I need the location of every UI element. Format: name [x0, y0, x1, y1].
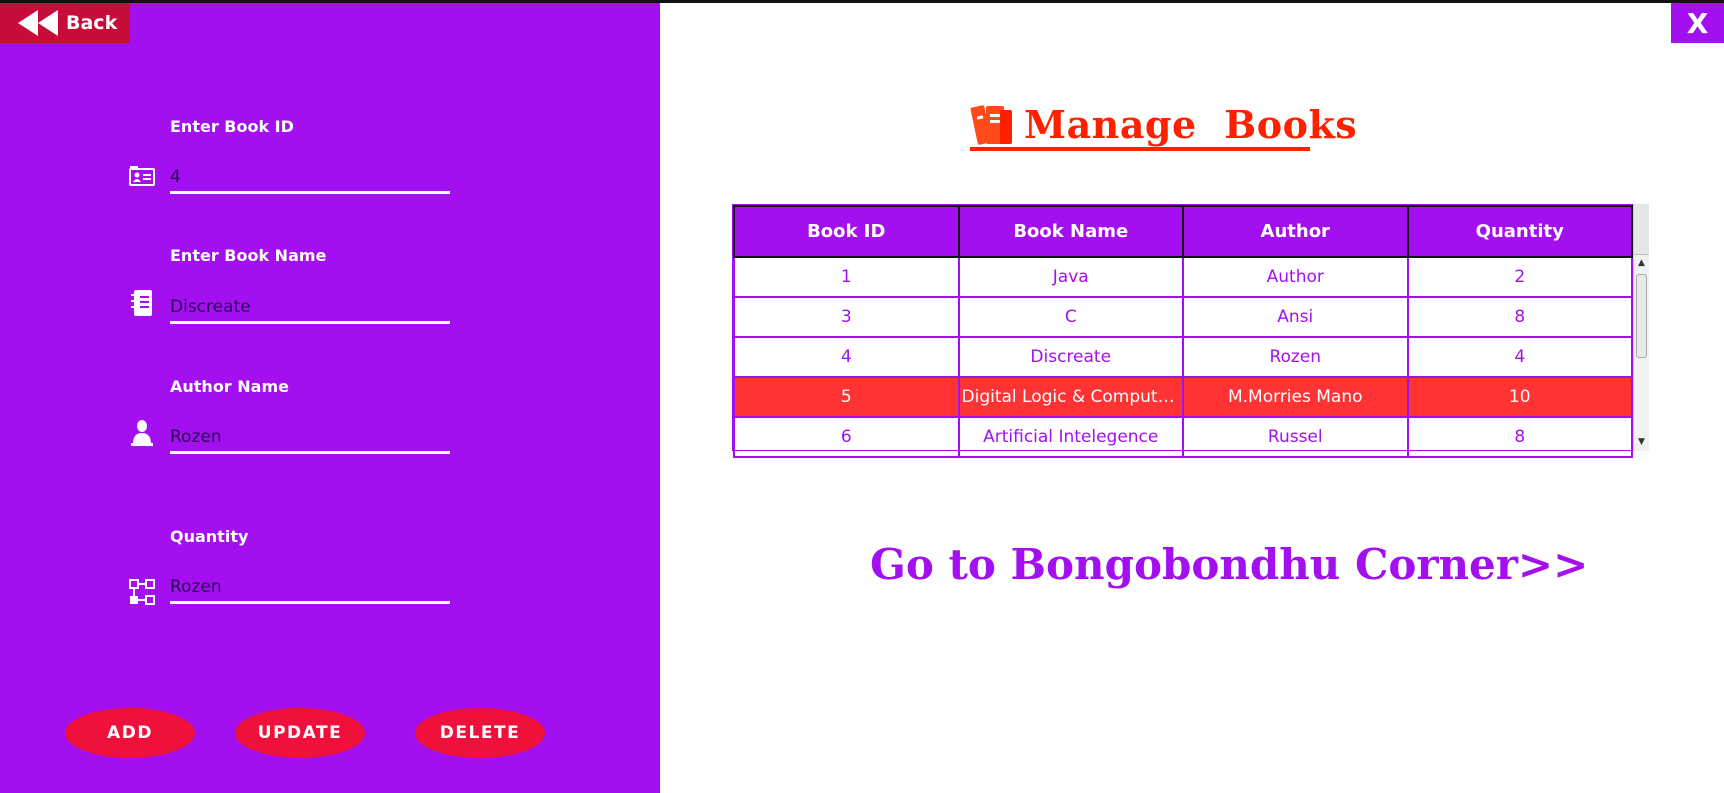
page-title-text: Manage Books — [1024, 101, 1371, 147]
table-cell: 8 — [1406, 416, 1633, 458]
column-header[interactable]: Book ID — [733, 205, 960, 258]
author-name-label: Author Name — [170, 377, 289, 396]
hierarchy-icon — [128, 578, 156, 606]
books-icon — [970, 105, 1012, 145]
table-cell: Artificial Intelegence — [957, 416, 1184, 458]
table-cell: 3 — [733, 296, 960, 338]
quantity-input[interactable] — [170, 572, 450, 604]
scrollbar-corner — [1634, 204, 1649, 255]
table-cell: 4 — [733, 336, 960, 378]
column-header[interactable]: Quantity — [1406, 205, 1633, 258]
page-title: Manage Books — [970, 100, 1371, 148]
table-header-row: Book ID Book Name Author Quantity — [733, 205, 1633, 258]
scrollbar-thumb[interactable] — [1636, 274, 1647, 358]
table-row-selected[interactable]: 5 Digital Logic & Computer... M.Morries … — [733, 376, 1633, 418]
table-cell: Russel — [1182, 416, 1409, 458]
scroll-down-arrow-icon[interactable]: ▼ — [1634, 435, 1649, 449]
table-cell: 2 — [1406, 256, 1633, 298]
book-id-input[interactable] — [170, 162, 450, 194]
table-scrollbar[interactable]: ▲ ▼ — [1633, 204, 1649, 451]
table-row[interactable]: 4 Discreate Rozen 4 — [733, 336, 1633, 378]
table-cell: Author — [1182, 256, 1409, 298]
quantity-label: Quantity — [170, 527, 249, 546]
books-table[interactable]: Book ID Book Name Author Quantity 1 Java… — [732, 204, 1649, 458]
author-name-input[interactable] — [170, 422, 450, 454]
table-cell: 10 — [1406, 376, 1633, 418]
book-id-label: Enter Book ID — [170, 117, 294, 136]
table-cell: M.Morries Mano — [1182, 376, 1409, 418]
table-cell: 1 — [733, 256, 960, 298]
table-cell: 6 — [733, 416, 960, 458]
table-row[interactable]: 3 C Ansi 8 — [733, 296, 1633, 338]
back-button[interactable]: Back — [0, 3, 130, 43]
column-header[interactable]: Author — [1182, 205, 1409, 258]
id-card-icon — [128, 163, 156, 191]
double-arrow-left-icon — [18, 10, 58, 36]
table-row[interactable]: 6 Artificial Intelegence Russel 8 — [733, 416, 1633, 458]
column-header[interactable]: Book Name — [957, 205, 1184, 258]
title-underline — [970, 147, 1310, 151]
notebook-icon — [128, 288, 156, 316]
book-name-input[interactable] — [170, 292, 450, 324]
delete-button[interactable]: DELETE — [415, 708, 545, 758]
back-button-label: Back — [66, 12, 118, 34]
bongobondhu-corner-link[interactable]: Go to Bongobondhu Corner>> — [870, 540, 1588, 589]
add-button[interactable]: ADD — [65, 708, 195, 758]
table-cell: 4 — [1406, 336, 1633, 378]
table-cell: 8 — [1406, 296, 1633, 338]
table-cell: Digital Logic & Computer... — [957, 376, 1184, 418]
book-name-label: Enter Book Name — [170, 246, 327, 265]
table-cell: Java — [957, 256, 1184, 298]
table-cell: Discreate — [957, 336, 1184, 378]
table-cell: 5 — [733, 376, 960, 418]
table-cell: Rozen — [1182, 336, 1409, 378]
scroll-up-arrow-icon[interactable]: ▲ — [1634, 256, 1649, 270]
close-button[interactable]: X — [1671, 3, 1724, 43]
person-icon — [128, 418, 156, 446]
table-cell: Ansi — [1182, 296, 1409, 338]
form-panel — [0, 3, 660, 793]
table-cell: C — [957, 296, 1184, 338]
table-row[interactable]: 1 Java Author 2 — [733, 256, 1633, 298]
update-button[interactable]: UPDATE — [235, 708, 365, 758]
